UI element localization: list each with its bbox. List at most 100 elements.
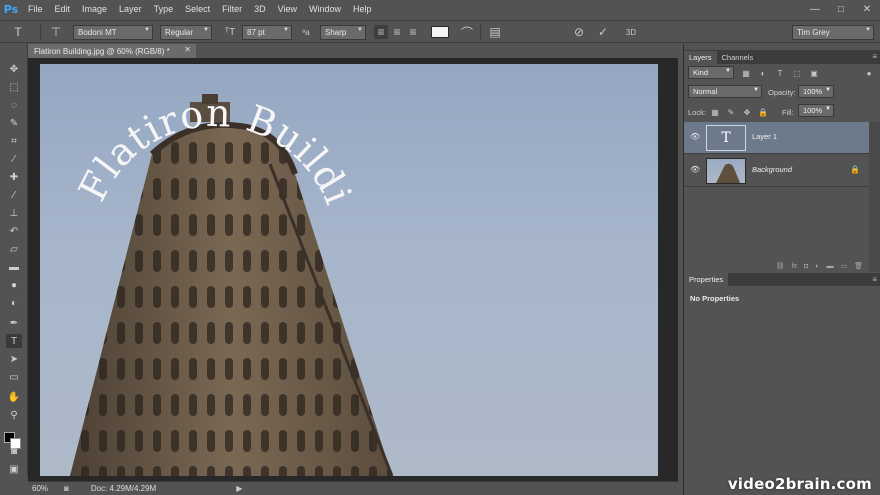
workspace-select[interactable]: Tim Grey ▼ — [792, 25, 874, 40]
font-size-value: 87 pt — [247, 28, 265, 37]
crop-tool-icon[interactable]: ⌗ — [6, 134, 22, 148]
eyedropper-tool-icon[interactable]: ⁄ — [6, 152, 22, 166]
screen-mode-icon[interactable]: ▣ — [6, 462, 22, 476]
opacity-value: 100% — [803, 87, 823, 96]
close-button[interactable]: ✕ — [854, 0, 880, 18]
layer-row-background[interactable]: 👁 Background 🔒 — [684, 155, 869, 187]
filter-pixel-icon[interactable]: ▦ — [741, 68, 751, 78]
menu-3d[interactable]: 3D — [248, 0, 272, 19]
toggle-orientation-icon[interactable]: ⊤ — [48, 25, 64, 39]
new-layer-icon[interactable]: ▭ — [840, 262, 847, 270]
dodge-tool-icon[interactable]: ◐ — [6, 296, 22, 310]
filter-toggle-icon[interactable]: ● — [864, 68, 874, 78]
background-layer-thumbnail — [706, 158, 746, 184]
pen-tool-icon[interactable]: ✒ — [6, 316, 22, 330]
commit-edit-icon[interactable]: ✓ — [596, 25, 610, 39]
layer-row-layer-1[interactable]: 👁 T Layer 1 — [684, 122, 869, 154]
brush-tool-icon[interactable]: ⁄ — [6, 188, 22, 202]
quick-mask-icon[interactable]: ◙ — [6, 444, 22, 458]
menu-image[interactable]: Image — [76, 0, 113, 19]
blur-tool-icon[interactable]: ● — [6, 278, 22, 292]
lock-transparent-icon[interactable]: ▦ — [710, 107, 720, 117]
canvas-image: Flatiron Building — [40, 64, 394, 476]
opacity-input[interactable]: 100% ▼ — [798, 85, 834, 98]
text-color-swatch[interactable] — [431, 26, 449, 38]
maximize-button[interactable]: □ — [828, 0, 854, 18]
new-group-icon[interactable]: ▬ — [826, 263, 833, 270]
canvas[interactable]: Flatiron Building — [40, 64, 658, 476]
close-document-icon[interactable]: ✕ — [184, 45, 191, 54]
zoom-tool-icon[interactable]: ⚲ — [6, 408, 22, 422]
quick-selection-tool-icon[interactable]: ✎ — [6, 116, 22, 130]
layer-style-fx-icon[interactable]: fx — [792, 263, 797, 270]
status-menu-arrow-icon[interactable]: ▶ — [236, 484, 242, 493]
lock-position-icon[interactable]: ✥ — [742, 107, 752, 117]
filter-adjustment-icon[interactable]: ◐ — [758, 68, 768, 78]
filter-shape-icon[interactable]: ⬚ — [792, 68, 802, 78]
menu-edit[interactable]: Edit — [49, 0, 77, 19]
align-center-icon[interactable]: ≡ — [390, 25, 404, 39]
properties-menu-icon[interactable]: ≡ — [872, 275, 877, 284]
workspace-value: Tim Grey — [797, 28, 830, 37]
eraser-tool-icon[interactable]: ▱ — [6, 242, 22, 256]
add-mask-icon[interactable]: ◘ — [804, 263, 808, 270]
filter-kind-value: Kind — [693, 68, 709, 77]
path-selection-tool-icon[interactable]: ➤ — [6, 352, 22, 366]
align-right-icon[interactable]: ≡ — [406, 25, 420, 39]
type-tool-preset-icon[interactable]: T — [8, 25, 28, 39]
layers-panel-group: Layers Channels ≡ Kind ▼ ▦ ◐ T ⬚ ▣ ● Norm… — [683, 44, 880, 495]
gradient-tool-icon[interactable]: ▬ — [6, 260, 22, 274]
cancel-edit-icon[interactable]: ⊘ — [572, 25, 586, 39]
tab-channels[interactable]: Channels — [717, 51, 759, 64]
hand-tool-icon[interactable]: ✋ — [6, 390, 22, 404]
menu-type[interactable]: Type — [148, 0, 180, 19]
lasso-tool-icon[interactable]: ◌ — [6, 98, 22, 112]
layer-name: Layer 1 — [752, 132, 778, 141]
filter-kind-select[interactable]: Kind ▼ — [688, 66, 734, 79]
character-panel-icon[interactable]: ▤ — [488, 25, 502, 39]
link-layers-icon[interactable]: ⛓ — [776, 262, 785, 270]
font-style-select[interactable]: Regular ▼ — [160, 25, 212, 40]
zoom-level[interactable]: 60% — [32, 484, 48, 493]
delete-layer-icon[interactable]: 🗑 — [854, 262, 863, 270]
menu-filter[interactable]: Filter — [216, 0, 248, 19]
marquee-tool-icon[interactable]: ⬚ — [6, 80, 22, 94]
document-tab[interactable]: Flatiron Building.jpg @ 60% (RGB/8) * ✕ — [28, 44, 196, 58]
tab-layers[interactable]: Layers — [684, 51, 717, 64]
filter-type-icon[interactable]: T — [775, 68, 785, 78]
menu-layer[interactable]: Layer — [113, 0, 148, 19]
adjustment-layer-icon[interactable]: ◐ — [815, 263, 819, 270]
layer-visibility-eye-icon[interactable]: 👁 — [690, 165, 700, 175]
lock-all-icon[interactable]: 🔒 — [758, 107, 768, 117]
healing-brush-tool-icon[interactable]: ✚ — [6, 170, 22, 184]
clone-stamp-tool-icon[interactable]: ⊥ — [6, 206, 22, 220]
filter-smart-object-icon[interactable]: ▣ — [809, 68, 819, 78]
menu-view[interactable]: View — [272, 0, 303, 19]
warp-text-icon[interactable]: ⌒ — [460, 25, 474, 40]
align-left-icon[interactable]: ≡ — [374, 25, 388, 39]
status-bar: 60% ◙ Doc: 4.29M/4.29M ▶ — [28, 481, 678, 495]
antialias-select[interactable]: Sharp ▼ — [320, 25, 366, 40]
rectangle-tool-icon[interactable]: ▭ — [6, 370, 22, 384]
font-family-select[interactable]: Bodoni MT ▼ — [73, 25, 153, 40]
status-share-icon[interactable]: ◙ — [64, 484, 69, 493]
blend-mode-select[interactable]: Normal ▼ — [688, 85, 762, 98]
menu-file[interactable]: File — [22, 0, 49, 19]
antialias-value: Sharp — [325, 28, 347, 37]
layer-visibility-eye-icon[interactable]: 👁 — [690, 132, 700, 142]
move-tool-icon[interactable]: ✥ — [6, 62, 22, 76]
history-brush-tool-icon[interactable]: ↶ — [6, 224, 22, 238]
fill-input[interactable]: 100% ▼ — [798, 104, 834, 117]
3d-text-icon[interactable]: 3D — [622, 25, 640, 39]
lock-label: Lock: — [688, 108, 706, 117]
lock-pixels-icon[interactable]: ✎ — [726, 107, 736, 117]
menu-select[interactable]: Select — [179, 0, 216, 19]
type-tool-icon[interactable]: T — [6, 334, 22, 348]
menu-help[interactable]: Help — [347, 0, 378, 19]
tab-properties[interactable]: Properties — [684, 273, 729, 286]
menu-window[interactable]: Window — [303, 0, 347, 19]
panel-menu-icon[interactable]: ≡ — [872, 52, 877, 61]
font-size-select[interactable]: 87 pt ▼ — [242, 25, 292, 40]
minimize-button[interactable]: — — [802, 0, 828, 18]
layers-scrollbar[interactable] — [869, 122, 880, 272]
